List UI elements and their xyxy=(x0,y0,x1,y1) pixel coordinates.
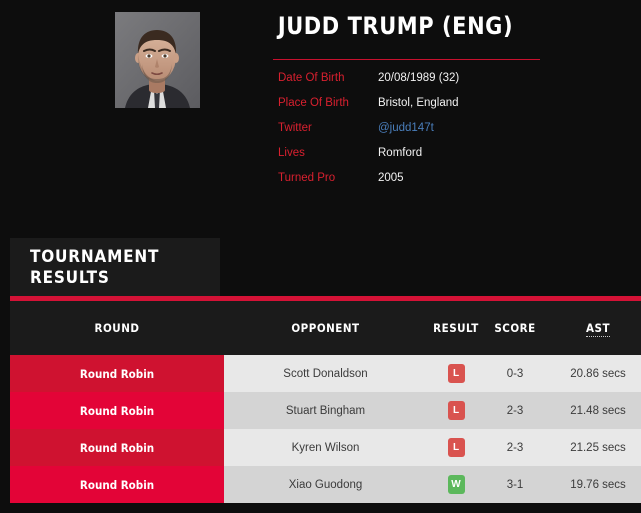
table-row: Round Robin Scott Donaldson L 0-3 20.86 … xyxy=(10,355,641,392)
ast-abbreviation[interactable]: AST xyxy=(585,321,611,337)
cell-opponent: Stuart Bingham xyxy=(224,392,427,429)
info-row-place-of-birth: Place Of Birth Bristol, England xyxy=(273,97,543,122)
info-row-twitter: Twitter @judd147t xyxy=(273,122,543,147)
cell-ast: 20.86 secs xyxy=(545,355,641,392)
tournament-results-table: ROUND OPPONENT RESULT SCORE AST Round Ro… xyxy=(10,301,641,503)
info-row-turned-pro: Turned Pro 2005 xyxy=(273,172,543,197)
info-value-lives: Romford xyxy=(378,147,423,159)
cell-ast: 21.25 secs xyxy=(545,429,641,466)
player-photo xyxy=(115,12,200,108)
info-label-twitter: Twitter xyxy=(278,122,312,134)
result-badge-loss: L xyxy=(447,438,465,457)
results-table-head: ROUND OPPONENT RESULT SCORE AST xyxy=(10,301,641,355)
cell-score: 3-1 xyxy=(485,466,545,503)
info-label-turned-pro: Turned Pro xyxy=(278,172,336,184)
result-badge-win: W xyxy=(447,475,465,494)
column-header-opponent[interactable]: OPPONENT xyxy=(224,301,427,355)
table-row: Round Robin Xiao Guodong W 3-1 19.76 sec… xyxy=(10,466,641,503)
player-info-table: Date Of Birth 20/08/1989 (32) Place Of B… xyxy=(273,72,543,197)
cell-result: W xyxy=(427,466,485,503)
twitter-handle-link[interactable]: @judd147t xyxy=(378,122,434,134)
player-portrait-image xyxy=(115,12,200,108)
cell-ast: 21.48 secs xyxy=(545,392,641,429)
info-label-lives: Lives xyxy=(278,147,305,159)
player-profile-header: JUDD TRUMP (ENG) Date Of Birth 20/08/198… xyxy=(0,0,641,230)
section-title: TOURNAMENT RESULTS xyxy=(30,247,160,288)
tournament-results-table-wrapper: ROUND OPPONENT RESULT SCORE AST Round Ro… xyxy=(10,301,641,513)
cell-ast: 19.76 secs xyxy=(545,466,641,503)
cell-round: Round Robin xyxy=(10,429,224,466)
info-row-date-of-birth: Date Of Birth 20/08/1989 (32) xyxy=(273,72,543,97)
cell-score: 2-3 xyxy=(485,392,545,429)
results-table-body: Round Robin Scott Donaldson L 0-3 20.86 … xyxy=(10,355,641,503)
info-label-place-of-birth: Place Of Birth xyxy=(278,97,349,109)
info-value-date-of-birth: 20/08/1989 (32) xyxy=(378,72,460,84)
table-row: Round Robin Kyren Wilson L 2-3 21.25 sec… xyxy=(10,429,641,466)
column-header-score[interactable]: SCORE xyxy=(485,301,545,355)
table-row: Round Robin Stuart Bingham L 2-3 21.48 s… xyxy=(10,392,641,429)
result-badge-loss: L xyxy=(447,401,465,420)
cell-score: 0-3 xyxy=(485,355,545,392)
tournament-results-heading-block: TOURNAMENT RESULTS xyxy=(10,238,220,296)
cell-round: Round Robin xyxy=(10,355,224,392)
column-header-ast[interactable]: AST xyxy=(545,301,641,355)
cell-opponent: Kyren Wilson xyxy=(224,429,427,466)
cell-result: L xyxy=(427,392,485,429)
info-row-lives: Lives Romford xyxy=(273,147,543,172)
info-label-date-of-birth: Date Of Birth xyxy=(278,72,345,84)
cell-result: L xyxy=(427,429,485,466)
cell-result: L xyxy=(427,355,485,392)
results-header-row: ROUND OPPONENT RESULT SCORE AST xyxy=(10,301,641,355)
result-badge-loss: L xyxy=(447,364,465,383)
cell-round: Round Robin xyxy=(10,392,224,429)
cell-score: 2-3 xyxy=(485,429,545,466)
column-header-round[interactable]: ROUND xyxy=(10,301,224,355)
cell-round: Round Robin xyxy=(10,466,224,503)
info-value-turned-pro: 2005 xyxy=(378,172,404,184)
player-details: JUDD TRUMP (ENG) Date Of Birth 20/08/198… xyxy=(273,0,573,197)
title-divider xyxy=(273,59,540,60)
info-value-place-of-birth: Bristol, England xyxy=(378,97,459,109)
cell-opponent: Scott Donaldson xyxy=(224,355,427,392)
column-header-result[interactable]: RESULT xyxy=(427,301,485,355)
info-value-twitter: @judd147t xyxy=(378,122,543,147)
cell-opponent: Xiao Guodong xyxy=(224,466,427,503)
page-title: JUDD TRUMP (ENG) xyxy=(277,12,514,40)
